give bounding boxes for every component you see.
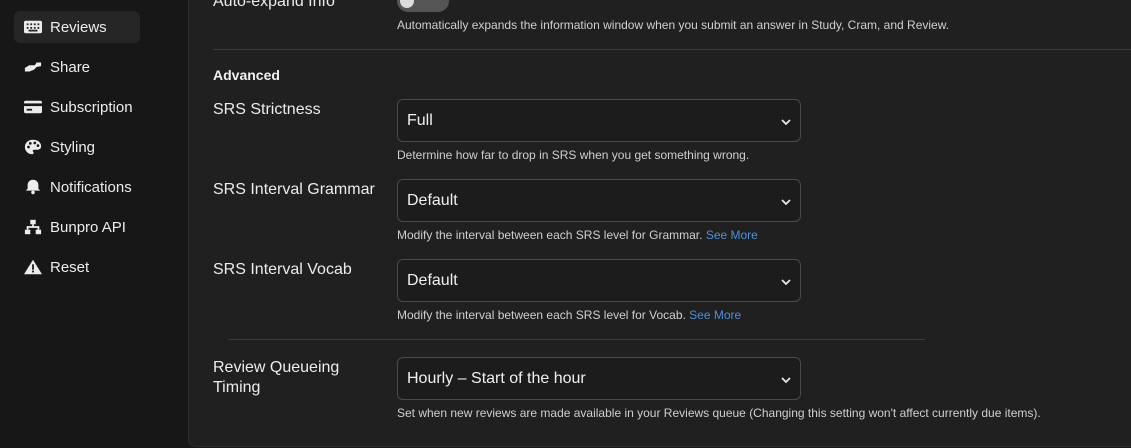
srs-vocab-description: Modify the interval between each SRS lev… (397, 308, 741, 322)
sidebar-item-share[interactable]: Share (14, 51, 140, 83)
sidebar-item-label: Reset (50, 258, 90, 276)
queue-timing-select[interactable]: Hourly – Start of the hour (397, 357, 801, 400)
srs-strictness-label: SRS Strictness (213, 101, 321, 118)
sidebar-item-label: Share (50, 58, 91, 76)
see-more-link[interactable]: See More (706, 228, 758, 242)
sidebar-item-notifications[interactable]: Notifications (14, 171, 140, 203)
sidebar-item-label: Subscription (50, 98, 133, 116)
bell-icon (22, 178, 44, 196)
sidebar-item-reviews[interactable]: Reviews (14, 11, 140, 43)
srs-grammar-label: SRS Interval Grammar (213, 181, 375, 198)
chevron-down-icon (781, 373, 791, 385)
description-text: Modify the interval between each SRS lev… (397, 228, 703, 242)
description-text: Modify the interval between each SRS lev… (397, 308, 686, 322)
palette-icon (22, 138, 44, 156)
sidebar: Reviews Share Subscription Styling Notif… (0, 0, 188, 448)
inner-divider (228, 339, 925, 340)
chevron-down-icon (781, 275, 791, 287)
sidebar-item-subscription[interactable]: Subscription (14, 91, 140, 123)
auto-expand-label: Auto-expand Info (213, 0, 335, 10)
select-value: Default (407, 191, 458, 209)
sidebar-item-reset[interactable]: Reset (14, 251, 140, 283)
sidebar-item-label: Reviews (50, 18, 107, 36)
srs-vocab-label: SRS Interval Vocab (213, 261, 352, 278)
network-icon (22, 218, 44, 236)
sidebar-item-styling[interactable]: Styling (14, 131, 140, 163)
srs-strictness-description: Determine how far to drop in SRS when yo… (397, 148, 750, 162)
see-more-link[interactable]: See More (689, 308, 741, 322)
toggle-knob (400, 0, 414, 8)
sidebar-item-label: Bunpro API (50, 218, 126, 236)
hand-share-icon (22, 58, 44, 76)
keyboard-icon (22, 18, 44, 36)
label-line: Review Queueing (213, 359, 340, 376)
select-value: Hourly – Start of the hour (407, 369, 586, 387)
sidebar-item-label: Notifications (50, 178, 132, 196)
label-line: Timing (213, 379, 261, 396)
select-value: Default (407, 271, 458, 289)
credit-card-icon (22, 98, 44, 116)
advanced-heading: Advanced (213, 67, 280, 83)
srs-grammar-description: Modify the interval between each SRS lev… (397, 228, 758, 242)
select-value: Full (407, 111, 433, 129)
srs-grammar-select[interactable]: Default (397, 179, 801, 222)
section-divider (213, 49, 1131, 50)
warning-icon (22, 258, 44, 276)
chevron-down-icon (781, 195, 791, 207)
sidebar-item-label: Styling (50, 138, 96, 156)
auto-expand-toggle[interactable] (397, 0, 449, 12)
sidebar-item-bunpro-api[interactable]: Bunpro API (14, 211, 140, 243)
srs-vocab-select[interactable]: Default (397, 259, 801, 302)
chevron-down-icon (781, 115, 791, 127)
queue-timing-label: Review Queueing Timing (213, 358, 339, 398)
auto-expand-description: Automatically expands the information wi… (397, 18, 950, 32)
srs-strictness-select[interactable]: Full (397, 99, 801, 142)
queue-timing-description: Set when new reviews are made available … (397, 406, 1041, 420)
